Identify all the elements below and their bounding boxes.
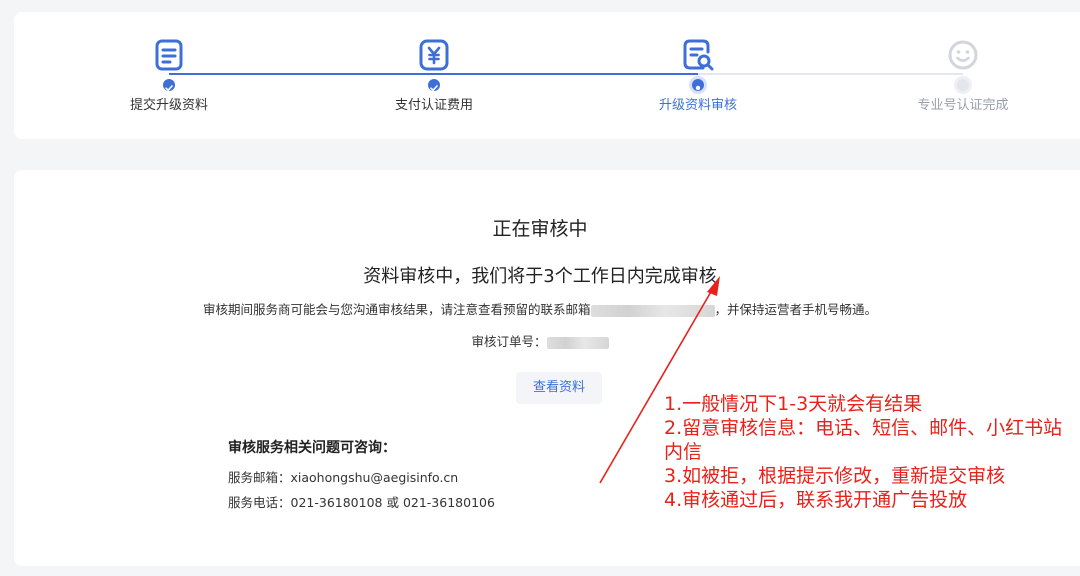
smile-icon [946,38,980,72]
annotation-notes: 1.一般情况下1-3天就会有结果 2.留意审核信息：电话、短信、邮件、小红书站内… [664,392,1064,512]
step-certification-complete: 专业号认证完成 [883,38,1043,113]
current-step-dot [692,79,704,91]
view-materials-button[interactable]: 查看资料 [516,372,602,404]
annotation-line: 4.审核通过后，联系我开通广告投放 [664,489,968,511]
yuan-payment-icon [417,38,451,72]
contact-phone: 服务电话：021-36180108 或 021-36180106 [228,495,495,510]
step-review: 升级资料审核 [618,38,778,113]
step-label: 提交升级资料 [129,98,208,113]
annotation-line: 3.如被拒，根据提示修改，重新提交审核 [664,465,1006,487]
redacted-email [590,304,715,317]
contact-email: 服务邮箱：xiaohongshu@aegisinfo.cn [228,470,459,485]
annotation-line: 1.一般情况下1-3天就会有结果 [664,393,923,415]
check-icon [428,79,440,92]
progress-steps-card [14,12,1080,139]
review-subtitle: 资料审核中，我们将于3个工作日内完成审核 [363,266,717,287]
notice-text-before: 审核期间服务商可能会与您沟通审核结果，请注意查看预留的联系邮箱 [202,302,591,317]
step-label: 专业号认证完成 [917,98,1009,113]
redacted-order-id [546,336,609,349]
annotation-line: 2.留意审核信息：电话、短信、邮件、小红书站内信 [664,417,1063,463]
contact-title: 审核服务相关问题可咨询： [228,440,396,456]
review-title: 正在审核中 [492,218,588,240]
step-submit-materials: 提交升级资料 [89,38,249,113]
notice-text-after: ，并保持运营者手机号畅通。 [714,302,878,317]
review-notice: 审核期间服务商可能会与您沟通审核结果，请注意查看预留的联系邮箱 ，并保持运营者手机… [0,299,1080,318]
document-icon [152,38,186,72]
review-search-icon [681,38,715,72]
progress-line-done [169,73,698,75]
check-icon [163,79,175,92]
step-label: 升级资料审核 [658,98,737,113]
review-order-number: 审核订单号： [0,331,1080,350]
progress-line-pending [698,73,963,75]
step-pay-fee: 支付认证费用 [354,38,514,113]
pending-step-dot [957,79,969,91]
order-label: 审核订单号： [471,334,547,349]
step-label: 支付认证费用 [394,98,473,113]
